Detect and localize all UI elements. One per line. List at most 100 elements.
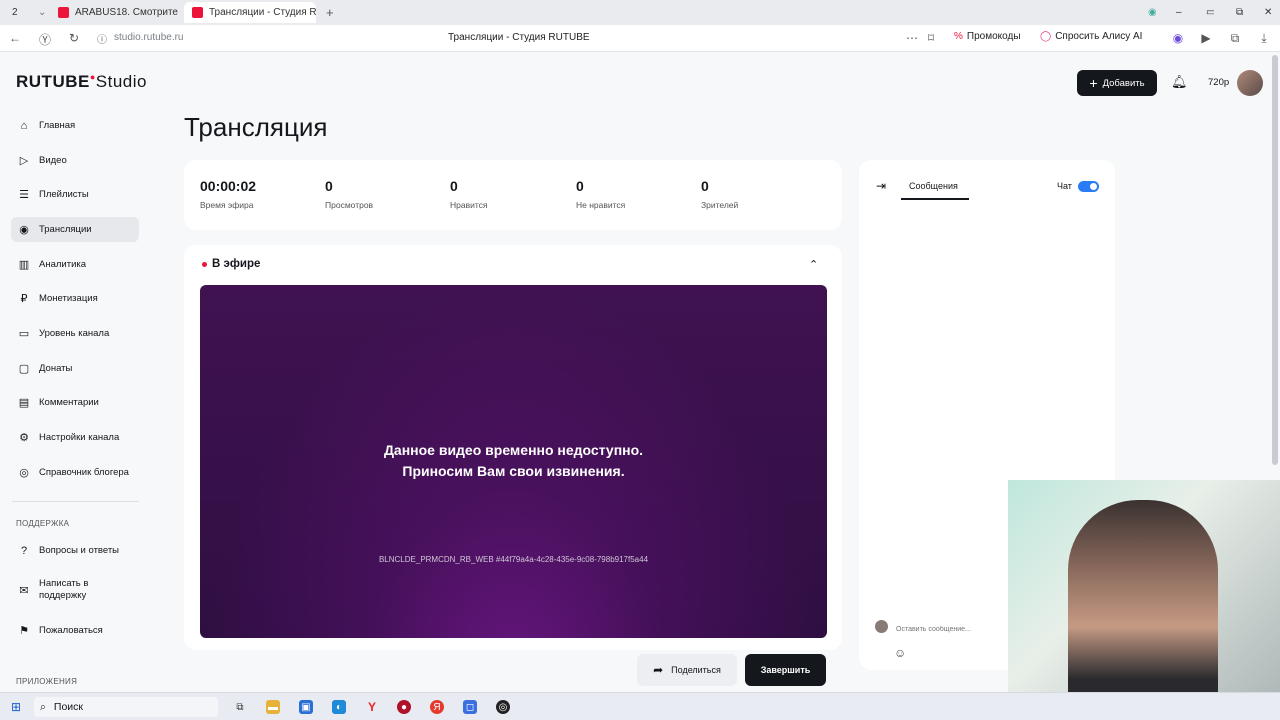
windows-start-icon[interactable]: ⊞: [9, 700, 23, 714]
restore-icon[interactable]: ▭: [1198, 2, 1214, 23]
tab-broadcasts[interactable]: Трансляции - Студия R ✕: [184, 2, 316, 23]
sidebar-item-book[interactable]: ◎ Справочник блогера: [11, 460, 139, 485]
stat-label: Просмотров: [325, 200, 374, 210]
extension-icon[interactable]: ◉: [1170, 31, 1186, 45]
avatar[interactable]: [1237, 70, 1263, 96]
support-item-mail[interactable]: ✉ Написать в поддержку: [11, 576, 139, 604]
sidebar-item-video[interactable]: ▷ Видео: [11, 148, 139, 173]
search-icon: ⌕: [40, 700, 46, 713]
sidebar-item-label: Плейлисты: [39, 189, 89, 200]
collapse-panel-icon[interactable]: ⇥: [876, 179, 886, 193]
browser-page-title: Трансляции - Студия RUTUBE: [448, 32, 590, 43]
taskbar-search[interactable]: ⌕ Поиск: [34, 697, 218, 717]
emoji-icon[interactable]: ☺: [894, 646, 906, 660]
more-icon[interactable]: ⋯: [904, 31, 920, 45]
stat-value: 0: [450, 178, 458, 194]
apps-heading: ПРИЛОЖЕНИЯ: [16, 677, 78, 686]
stat-label: Не нравится: [576, 200, 626, 210]
support-item-help[interactable]: ? Вопросы и ответы: [11, 538, 139, 563]
book-icon: ◎: [19, 467, 29, 479]
playlist-icon: ☰: [19, 189, 29, 201]
video-player[interactable]: Данное видео временно недоступно. Принос…: [200, 285, 827, 638]
live-dot-icon: [202, 261, 207, 267]
close-window-icon[interactable]: ✕: [1256, 2, 1272, 23]
sidebar-item-playlist[interactable]: ☰ Плейлисты: [11, 182, 139, 207]
stat-item: 0 Нравится: [450, 178, 488, 210]
maximize-icon[interactable]: ⧉: [1228, 2, 1244, 23]
site-info-icon[interactable]: ⓘ: [94, 31, 110, 46]
support-item-label: Пожаловаться: [39, 624, 103, 636]
rutube-studio-logo[interactable]: RUTUBE●Studio: [16, 72, 147, 92]
player-error-line2: Приносим Вам свои извинения.: [402, 463, 625, 479]
quality-label[interactable]: 720р: [1208, 77, 1229, 88]
mail-icon: ✉: [19, 584, 29, 597]
promo-bookmark[interactable]: % Промокоды: [954, 31, 1021, 42]
bookmark-icon[interactable]: ⌑: [923, 31, 939, 45]
sidebar-item-label: Аналитика: [39, 259, 87, 270]
rutube-favicon-icon: [192, 7, 203, 18]
bell-icon[interactable]: 🔔︎: [1171, 74, 1188, 90]
tab-arabus[interactable]: ARABUS18. Смотрите ви: [50, 2, 180, 23]
stat-value: 00:00:02: [200, 178, 257, 194]
store-icon[interactable]: ▣: [299, 700, 313, 714]
sidebar-item-ruble[interactable]: ₽ Монетизация: [11, 286, 139, 311]
broadcast-icon: ◉: [19, 224, 29, 236]
page-scrollbar[interactable]: [1272, 55, 1278, 465]
stat-label: Зрителей: [701, 200, 739, 210]
url-field[interactable]: studio.rutube.ru: [114, 32, 184, 43]
yandex-browser-icon[interactable]: Y: [365, 700, 379, 714]
stat-value: 0: [325, 178, 333, 194]
obs-studio-icon[interactable]: ◎: [496, 700, 510, 714]
edge-icon[interactable]: ◐: [332, 700, 346, 714]
finish-button[interactable]: Завершить: [745, 654, 826, 686]
sidebar-item-level[interactable]: ▭ Уровень канала: [11, 321, 139, 346]
player-error-code: BLNCLDE_PRMCDN_RB_WEB #44f79a4a-4c28-435…: [378, 555, 649, 564]
file-explorer-icon[interactable]: ▬: [266, 700, 280, 714]
shield-icon[interactable]: ◉: [1140, 2, 1156, 23]
new-tab-button[interactable]: +: [318, 2, 336, 23]
sidebar-item-broadcast[interactable]: ◉ Трансляции: [11, 217, 139, 242]
obs-icon[interactable]: ●: [397, 700, 411, 714]
messenger-icon[interactable]: ◻: [463, 700, 477, 714]
stat-label: Время эфира: [200, 200, 254, 210]
alice-bookmark[interactable]: ◯ Спросить Алису AI: [1040, 31, 1142, 42]
page-title: Трансляция: [184, 112, 328, 142]
sidebar-item-gear[interactable]: ⚙ Настройки канала: [11, 425, 139, 450]
minimize-icon[interactable]: –: [1168, 2, 1184, 23]
tab-counter[interactable]: 2: [4, 2, 26, 23]
alice-label: Спросить Алису AI: [1055, 31, 1143, 42]
yandex-icon[interactable]: Ⓨ: [37, 31, 53, 48]
collapse-chevron-icon[interactable]: ⌃: [809, 258, 818, 271]
collections-icon[interactable]: ⧉: [1227, 31, 1243, 46]
add-button-label: Добавить: [1102, 77, 1145, 89]
media-icon[interactable]: ▶: [1198, 31, 1214, 45]
browser-address-bar: ← Ⓨ ↻ ⓘ studio.rutube.ru Трансляции - Ст…: [0, 25, 1280, 52]
yandex-icon[interactable]: Я: [430, 700, 444, 714]
chat-toggle[interactable]: [1078, 181, 1099, 192]
logo-main-text: RUTUBE: [16, 72, 90, 91]
rutube-favicon-icon: [58, 7, 69, 18]
tab-messages[interactable]: Сообщения: [909, 181, 958, 191]
sidebar-item-analytics[interactable]: ▥ Аналитика: [11, 252, 139, 277]
back-icon[interactable]: ←: [7, 31, 23, 45]
donate-icon: ▢: [18, 363, 30, 375]
live-status: В эфире: [202, 258, 260, 270]
sidebar-item-label: Настройки канала: [39, 432, 120, 443]
sidebar-item-comment[interactable]: ▤ Комментарии: [11, 390, 139, 415]
gear-icon: ⚙: [19, 432, 29, 444]
person-figure: [1068, 500, 1218, 720]
add-button[interactable]: + Добавить: [1077, 70, 1157, 96]
share-button[interactable]: ➦ Поделиться: [637, 654, 737, 686]
chat-message-input[interactable]: [896, 622, 1006, 636]
tab-list-chevron-icon[interactable]: ⌄: [30, 2, 46, 23]
sidebar-item-donate[interactable]: ▢ Донаты: [11, 356, 139, 381]
task-view-icon[interactable]: ⧉: [233, 700, 247, 714]
stats-card: [184, 160, 842, 230]
support-item-flag[interactable]: ⚑ Пожаловаться: [11, 618, 139, 643]
download-icon[interactable]: ⤓: [1256, 31, 1272, 46]
stat-value: 0: [576, 178, 584, 194]
player-error-line1: Данное видео временно недоступно.: [383, 442, 644, 458]
reload-icon[interactable]: ↻: [66, 31, 82, 45]
sidebar-item-home[interactable]: ⌂ Главная: [11, 113, 139, 138]
support-heading: ПОДДЕРЖКА: [16, 519, 70, 528]
